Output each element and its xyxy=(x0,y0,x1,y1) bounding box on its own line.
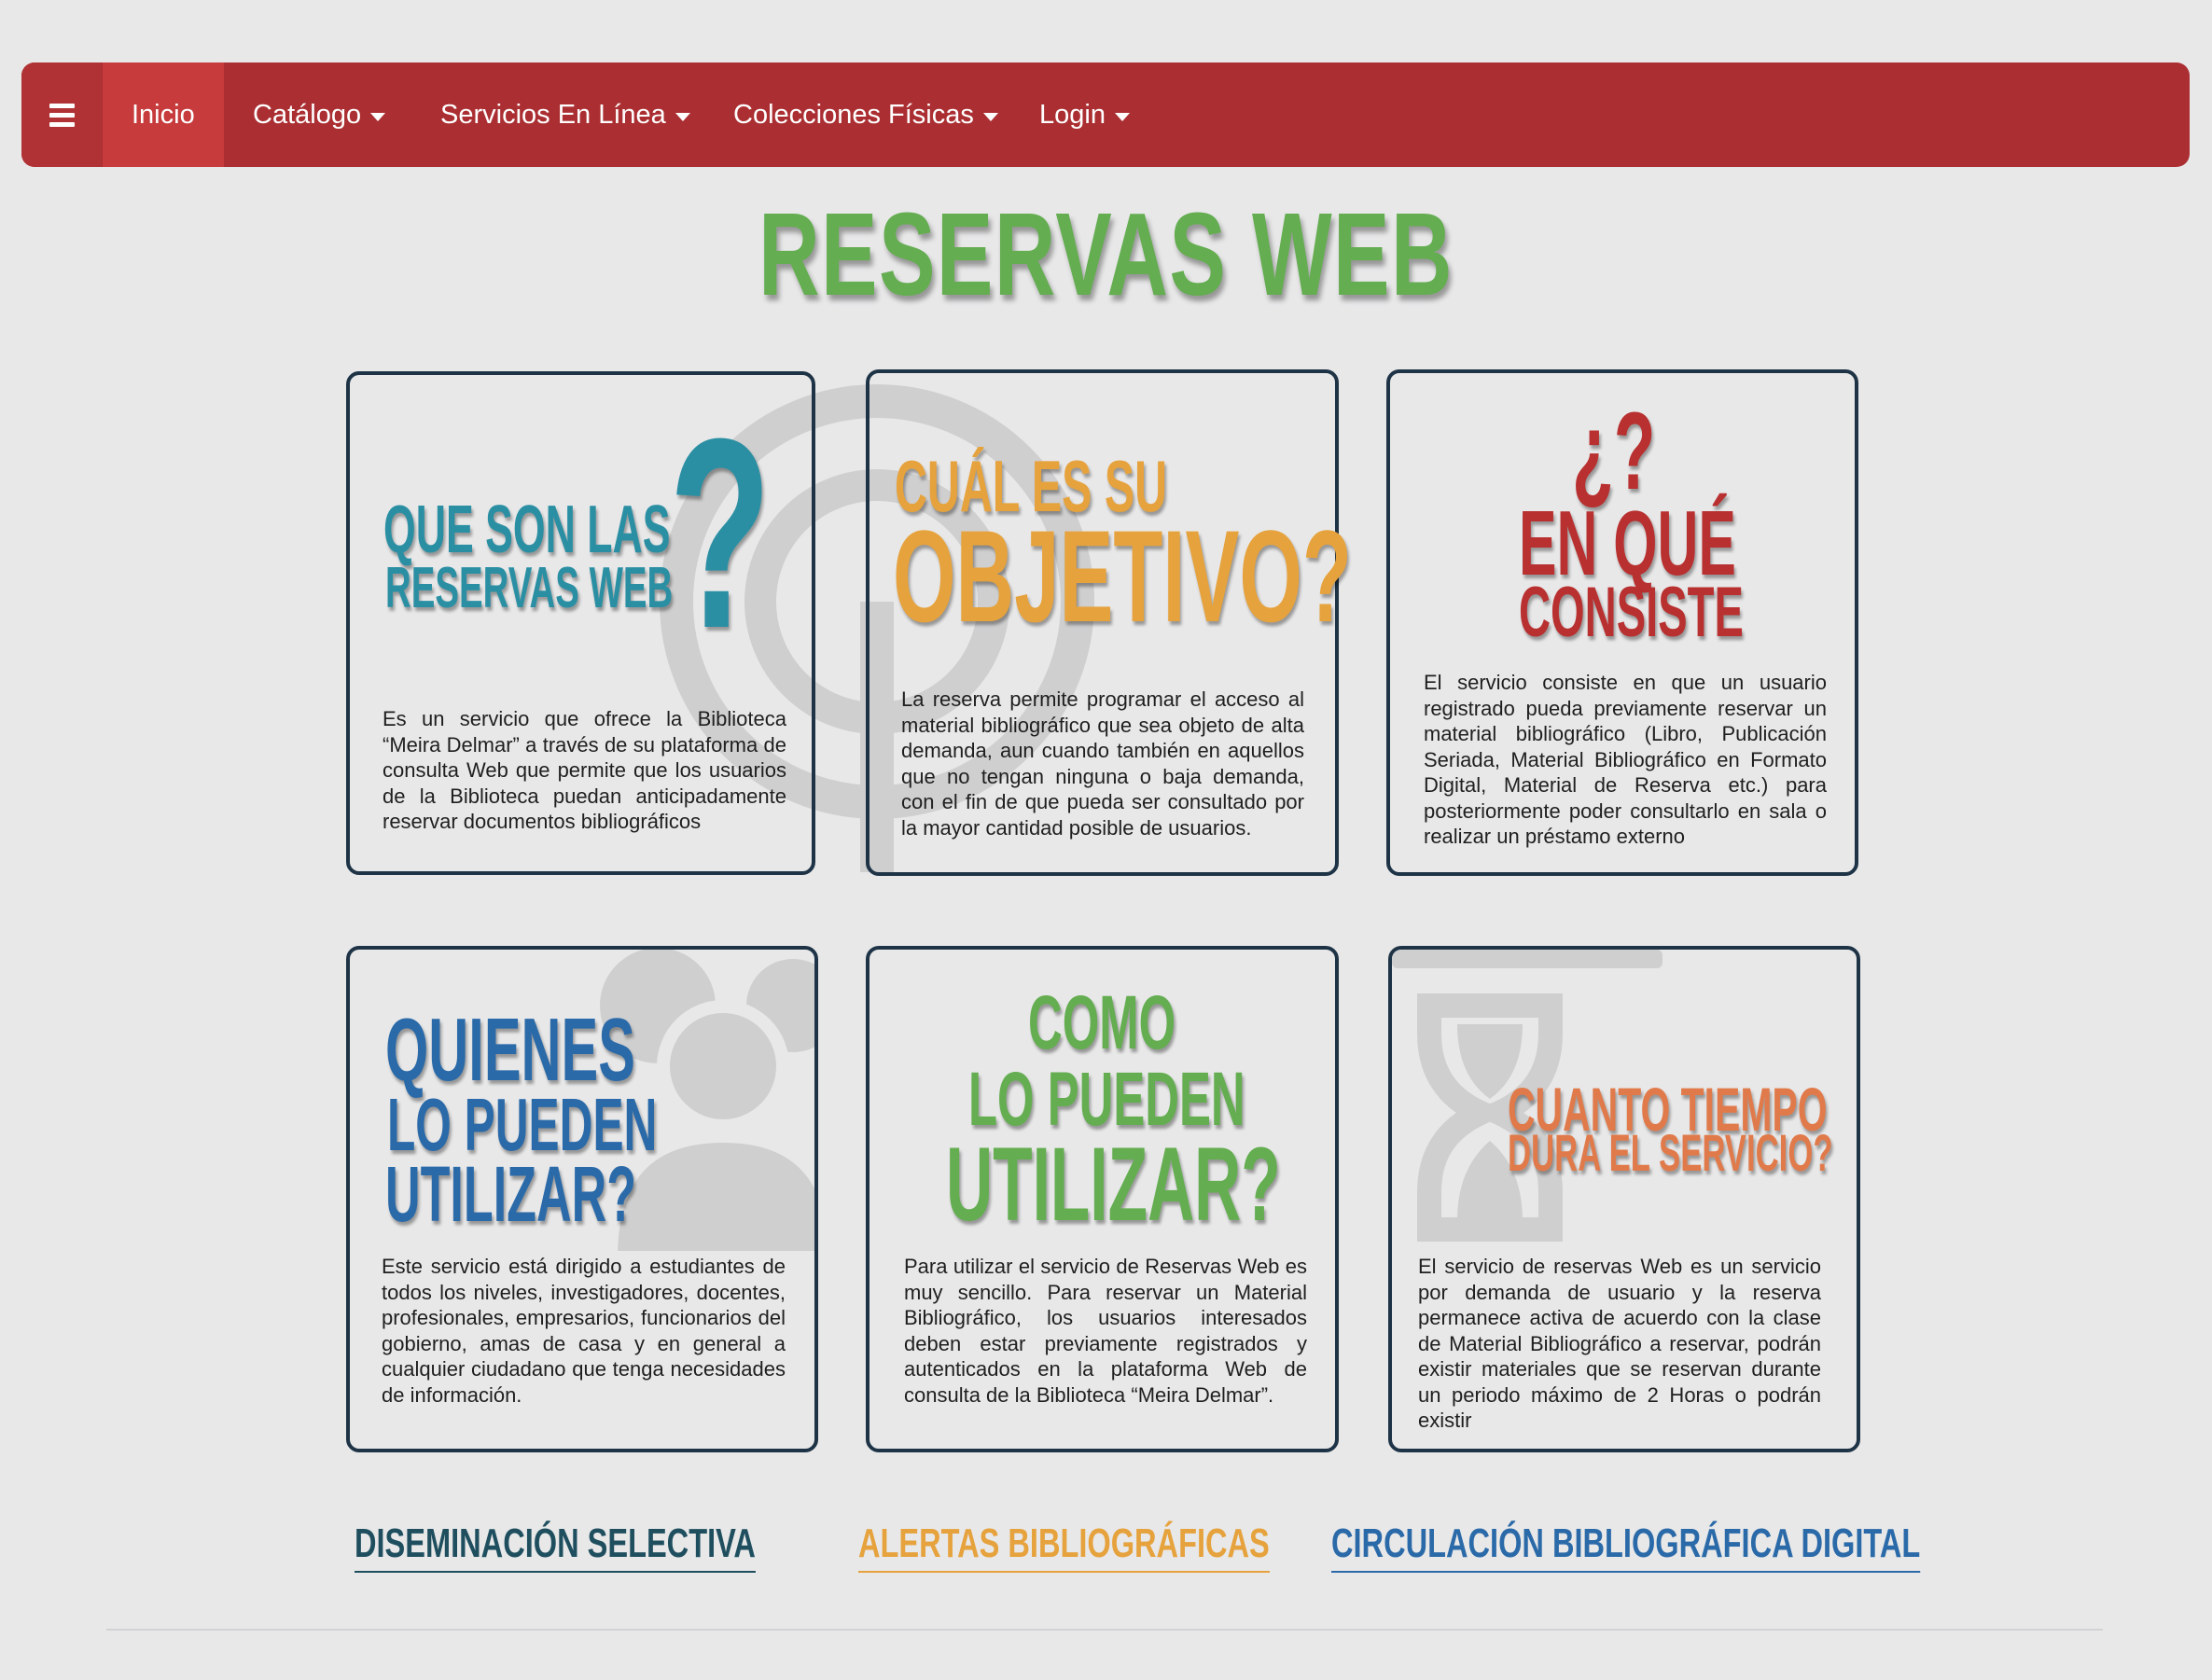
card-heading: QUIENES xyxy=(385,1000,635,1100)
caret-down-icon xyxy=(1114,112,1130,121)
card-objetivo: CUÁL ES SU OBJETIVO? La reserva permite … xyxy=(866,369,1352,876)
card-body: Para utilizar el servicio de Reservas We… xyxy=(904,1255,1307,1407)
nav-item-inicio[interactable]: Inicio xyxy=(103,62,224,167)
nav-item-label: Servicios En Línea xyxy=(440,99,666,130)
card-heading: OBJETIVO? xyxy=(893,503,1352,649)
card-body: El servicio consiste en que un usuario r… xyxy=(1424,671,1827,848)
nav-item-servicios-en-linea[interactable]: Servicios En Línea xyxy=(440,62,690,167)
caret-down-icon xyxy=(982,112,998,121)
card-en-que-consiste: ¿? EN QUÉ CONSISTE El servicio consiste … xyxy=(1386,369,1858,876)
card-body: Este servicio está dirigido a estudiante… xyxy=(382,1255,786,1407)
nav-item-label: Catálogo xyxy=(253,99,362,130)
card-heading: UTILIZAR? xyxy=(946,1126,1281,1243)
question-mark-icon: ? xyxy=(669,382,772,685)
card-heading: QUE SON LAS xyxy=(383,493,671,567)
caret-down-icon xyxy=(675,112,690,121)
nav-item-label: Inicio xyxy=(132,99,195,130)
card-como-utilizar: COMO LO PUEDEN UTILIZAR? Para utilizar e… xyxy=(866,946,1339,1452)
card-cuanto-tiempo: CUANTO TIEMPO DURA EL SERVICIO? El servi… xyxy=(1388,946,1860,1452)
page-title: RESERVAS WEB xyxy=(758,188,1454,320)
card-body: La reserva permite programar el acceso a… xyxy=(901,687,1304,840)
footer-divider xyxy=(106,1629,2103,1631)
caret-down-icon xyxy=(370,112,386,121)
card-heading: UTILIZAR? xyxy=(385,1150,637,1238)
nav-item-label: Colecciones Físicas xyxy=(733,99,974,130)
nav-item-login[interactable]: Login xyxy=(1039,62,1130,167)
card-heading: CONSISTE xyxy=(1519,573,1744,652)
link-circulacion-bibliografica-digital[interactable]: CIRCULACIÓN BIBLIOGRÁFICA DIGITAL xyxy=(1331,1520,1921,1573)
card-que-son: QUE SON LAS RESERVAS WEB ? Es un servici… xyxy=(346,371,815,875)
link-alertas-bibliograficas[interactable]: ALERTAS BIBLIOGRÁFICAS xyxy=(858,1520,1270,1573)
main-navbar: Inicio Catálogo Servicios En Línea Colec… xyxy=(21,62,2190,167)
card-heading: DURA EL SERVICIO? xyxy=(1508,1123,1833,1182)
nav-item-label: Login xyxy=(1039,99,1106,130)
nav-item-catalogo[interactable]: Catálogo xyxy=(253,62,386,167)
card-body: El servicio de reservas Web es un servic… xyxy=(1418,1255,1821,1432)
link-diseminacion-selectiva[interactable]: DISEMINACIÓN SELECTIVA xyxy=(355,1520,756,1573)
menu-toggle-button[interactable] xyxy=(21,62,102,167)
question-marks-icon: ¿? xyxy=(1572,390,1656,513)
hamburger-icon xyxy=(49,103,75,127)
card-heading: RESERVAS WEB xyxy=(385,556,674,620)
card-heading: COMO xyxy=(1028,980,1176,1065)
card-body: Es un servicio que ofrece la Biblioteca … xyxy=(383,707,786,833)
nav-item-colecciones-fisicas[interactable]: Colecciones Físicas xyxy=(733,62,998,167)
card-quienes: QUIENES LO PUEDEN UTILIZAR? Este servici… xyxy=(346,946,818,1452)
